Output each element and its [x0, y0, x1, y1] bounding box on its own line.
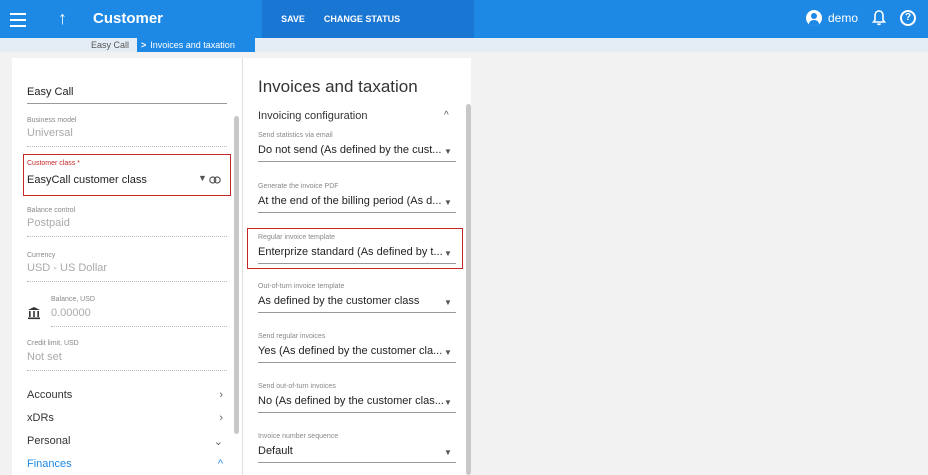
chevron-down-icon: ⌄: [213, 436, 223, 448]
chevron-up-icon: ^: [217, 458, 223, 470]
chevron-down-icon[interactable]: ▼: [444, 298, 452, 307]
middle-scrollbar[interactable]: [466, 104, 471, 475]
credit-limit-value: Not set: [27, 351, 62, 363]
chevron-down-icon[interactable]: ▼: [444, 198, 452, 207]
page-title: Customer: [93, 10, 164, 27]
save-button[interactable]: SAVE: [270, 9, 316, 29]
balance-label: Balance, USD: [51, 296, 95, 303]
balance-control-value: Postpaid: [27, 217, 70, 229]
menu-item-label: xDRs: [27, 412, 54, 424]
credit-limit-label: Credit limit, USD: [27, 340, 79, 347]
send-statistics-select[interactable]: Do not send (As defined by the cust...: [258, 144, 456, 162]
balance-value: 0.00000: [51, 307, 91, 319]
balance-control-label: Balance control: [27, 207, 76, 214]
menu-item-label: Finances: [27, 458, 72, 470]
left-scrollbar[interactable]: [234, 116, 239, 434]
send-regular-invoices-select[interactable]: Yes (As defined by the customer cla...: [258, 345, 456, 363]
menu-item-xdrs[interactable]: xDRs ›: [27, 412, 223, 424]
send-out-of-turn-invoices-select[interactable]: No (As defined by the customer clas...: [258, 395, 456, 413]
divider: [51, 326, 227, 327]
customer-class-select[interactable]: EasyCall customer class: [27, 174, 147, 186]
menu-item-label: Personal: [27, 435, 71, 447]
chevron-right-icon: >: [141, 40, 147, 50]
field-label: Send out-of-turn invoices: [258, 383, 336, 390]
invoice-number-sequence-select[interactable]: Default: [258, 445, 456, 463]
field-label: Invoice number sequence: [258, 433, 339, 440]
top-app-bar: ↑ Customer SAVE CHANGE STATUS demo ?: [0, 0, 928, 38]
menu-item-personal[interactable]: Personal ⌄: [27, 435, 223, 448]
section-title[interactable]: Invoicing configuration: [258, 110, 367, 122]
link-icon[interactable]: [209, 176, 221, 184]
field-label: Regular invoice template: [258, 234, 336, 241]
chevron-right-icon: ›: [219, 412, 223, 424]
out-of-turn-template-select[interactable]: As defined by the customer class: [258, 295, 456, 313]
change-status-button[interactable]: CHANGE STATUS: [322, 9, 402, 29]
field-label: Out-of-turn invoice template: [258, 283, 345, 290]
customer-class-label: Customer class *: [27, 160, 80, 167]
breadcrumb-current[interactable]: > Invoices and taxation: [137, 38, 255, 52]
divider: [27, 146, 227, 147]
regular-invoice-template-select[interactable]: Enterprize standard (As defined by t...: [258, 246, 456, 264]
currency-label: Currency: [27, 252, 56, 259]
menu-item-label: Accounts: [27, 389, 73, 401]
panel-title: Invoices and taxation: [258, 77, 418, 96]
field-label: Send statistics via email: [258, 132, 333, 139]
breadcrumb-parent[interactable]: Easy Call: [91, 38, 129, 52]
field-label: Generate the invoice PDF: [258, 183, 339, 190]
bank-icon: [28, 307, 40, 320]
divider: [27, 370, 227, 371]
chevron-down-icon[interactable]: ▼: [444, 147, 452, 156]
user-menu[interactable]: demo: [806, 10, 858, 26]
up-arrow-icon[interactable]: ↑: [58, 7, 67, 29]
business-model-label: Business model: [27, 117, 77, 124]
help-icon[interactable]: ?: [900, 10, 916, 26]
user-name: demo: [828, 11, 859, 25]
chevron-right-icon: ›: [219, 389, 223, 401]
field-label: Send regular invoices: [258, 333, 326, 340]
chevron-down-icon[interactable]: ▼: [444, 249, 452, 258]
bell-icon[interactable]: [872, 10, 886, 26]
breadcrumb-current-label: Invoices and taxation: [150, 40, 235, 50]
menu-item-finances[interactable]: Finances ^: [27, 458, 223, 470]
chevron-down-icon[interactable]: ▼: [198, 173, 207, 183]
business-model-value: Universal: [27, 127, 73, 139]
generate-pdf-select[interactable]: At the end of the billing period (As d..…: [258, 195, 456, 213]
user-avatar-icon: [806, 10, 822, 26]
customer-name-field[interactable]: Easy Call: [27, 86, 227, 104]
chevron-up-icon[interactable]: ^: [444, 110, 449, 121]
menu-item-accounts[interactable]: Accounts ›: [27, 389, 223, 401]
menu-icon[interactable]: [10, 9, 26, 29]
chevron-down-icon[interactable]: ▼: [444, 448, 452, 457]
currency-value: USD - US Dollar: [27, 262, 108, 274]
chevron-down-icon[interactable]: ▼: [444, 348, 452, 357]
divider: [27, 236, 227, 237]
divider: [27, 281, 227, 282]
chevron-down-icon[interactable]: ▼: [444, 398, 452, 407]
